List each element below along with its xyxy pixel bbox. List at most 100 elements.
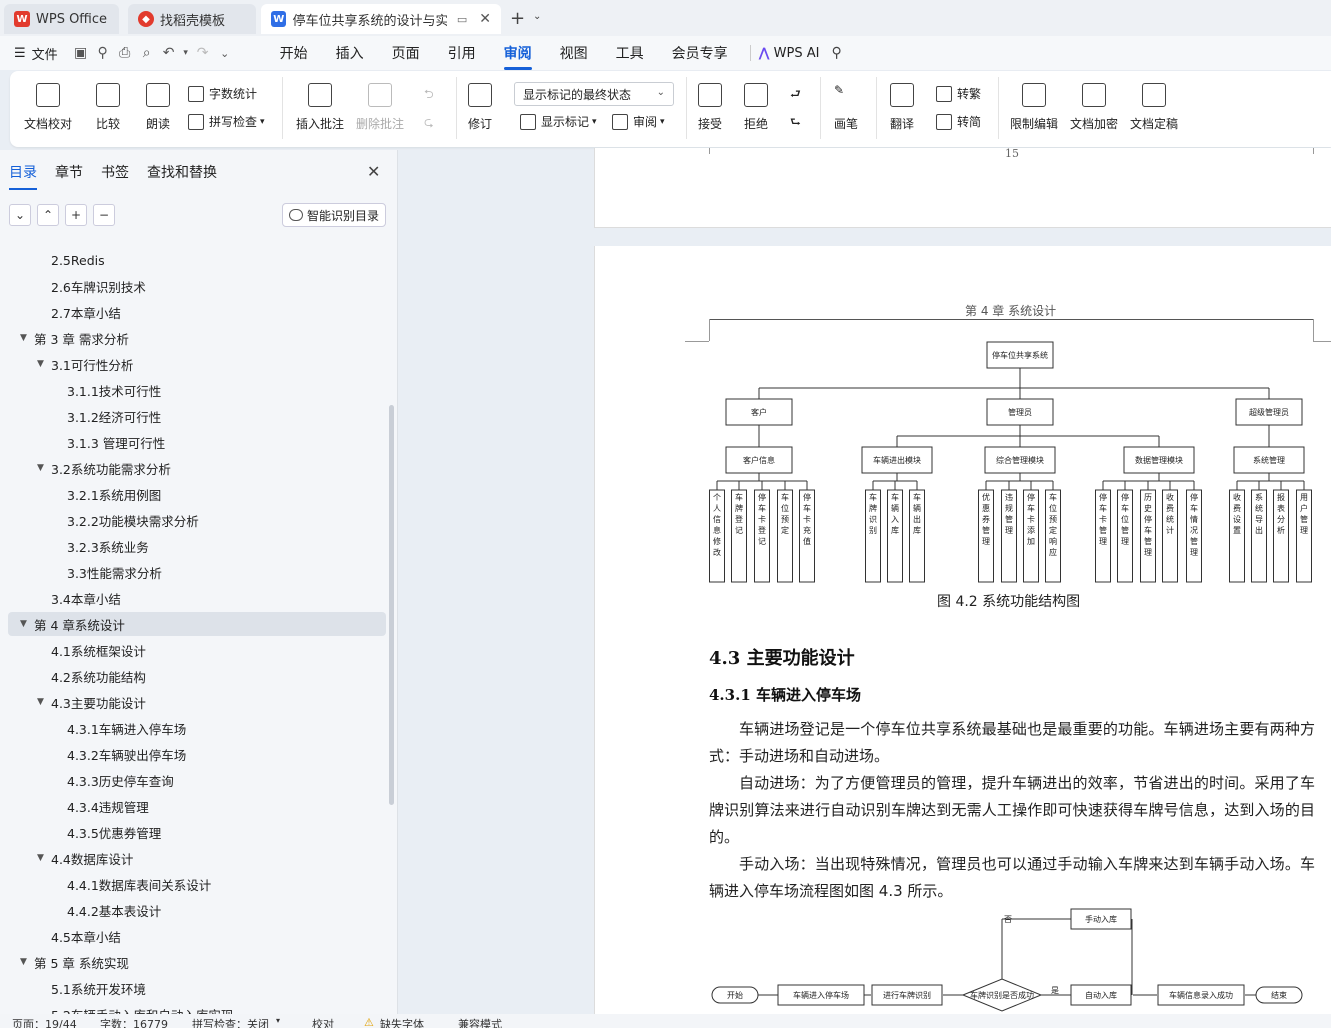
toc-item[interactable]: 4.3.3历史停车查询 [8, 768, 386, 792]
toc-item[interactable]: 4.4.2基本表设计 [8, 898, 386, 922]
chevron-down-icon[interactable]: ⌄ [533, 11, 541, 22]
toc-item[interactable]: 3.4本章小结 [8, 586, 386, 610]
read-aloud-button[interactable]: 朗读 [146, 83, 170, 132]
to-traditional-button[interactable]: 转繁 [936, 85, 981, 102]
translate-button[interactable]: 翻译 [890, 83, 914, 132]
new-tab-icon[interactable]: + [510, 8, 525, 29]
expand-arrow-icon[interactable]: ▼ [20, 957, 27, 967]
revise-button[interactable]: 修订 [468, 83, 492, 132]
tab-wps-office[interactable]: W WPS Office [4, 4, 119, 34]
toc-item[interactable]: 2.5Redis [8, 248, 386, 272]
toc-item[interactable]: 4.3.1车辆进入停车场 [8, 716, 386, 740]
compare-button[interactable]: 比较 [96, 83, 120, 132]
toc-item[interactable]: ▼ 第 5 章 系统实现 [8, 950, 386, 974]
spell-check-status[interactable]: 拼写检查：关闭 [192, 1016, 269, 1028]
toc-item[interactable]: ▼ 4.4数据库设计 [8, 846, 386, 870]
to-simplified-button[interactable]: 转简 [936, 113, 981, 130]
undo-dropdown-icon[interactable]: ▾ [180, 48, 192, 58]
finalize-button[interactable]: 文档定稿 [1130, 83, 1178, 132]
toc-item[interactable]: 3.2.3系统业务 [8, 534, 386, 558]
toc-item[interactable]: ▼ 第 3 章 需求分析 [8, 326, 386, 350]
toc-item[interactable]: 4.2系统功能结构 [8, 664, 386, 688]
tab-bookmarks[interactable]: 书签 [101, 162, 129, 190]
reject-button[interactable]: 拒绝 [744, 83, 768, 132]
undo-icon[interactable]: ↶ [158, 45, 180, 61]
toc-scrollbar[interactable] [389, 405, 394, 805]
next-comment-icon[interactable]: ⮎ [424, 113, 434, 134]
more-chevron-icon[interactable]: ⌄ [214, 47, 236, 60]
toc-item[interactable]: 2.7本章小结 [8, 300, 386, 324]
search-icon[interactable]: ⚲ [831, 45, 841, 61]
toc-item[interactable]: 4.5本章小结 [8, 924, 386, 948]
print-icon[interactable]: ⎙ [114, 45, 136, 61]
collapse-up-icon[interactable]: ⌃ [37, 204, 59, 226]
monitor-icon[interactable]: ▭ [457, 13, 467, 26]
toc-item[interactable]: 3.2.2功能模块需求分析 [8, 508, 386, 532]
redo-icon[interactable]: ↷ [192, 45, 214, 61]
menu-insert[interactable]: 插入 [322, 43, 378, 63]
menu-member[interactable]: 会员专享 [658, 43, 742, 63]
proofread-status[interactable]: 校对 [312, 1016, 334, 1028]
toc-item[interactable]: 2.6车牌识别技术 [8, 274, 386, 298]
toc-item[interactable]: 3.1.3 管理可行性 [8, 430, 386, 454]
spell-check-button[interactable]: 拼写检查 ▾ [188, 113, 265, 130]
prev-comment-icon[interactable]: ⮌ [424, 85, 434, 106]
menu-page[interactable]: 页面 [378, 43, 434, 63]
menu-view[interactable]: 视图 [546, 43, 602, 63]
toc-item[interactable]: 3.3性能需求分析 [8, 560, 386, 584]
tab-chapters[interactable]: 章节 [55, 162, 83, 190]
chevron-down-icon[interactable]: ▾ [276, 1016, 280, 1025]
toc-item[interactable]: 3.1.1技术可行性 [8, 378, 386, 402]
insert-comment-button[interactable]: 插入批注 [296, 83, 344, 132]
tab-document[interactable]: W 停车位共享系统的设计与实现 ▭ ✕ [261, 4, 501, 34]
next-change-icon[interactable]: ⮑ [790, 113, 801, 134]
close-tab-icon[interactable]: ✕ [479, 11, 491, 27]
word-count-button[interactable]: 字数统计 [188, 85, 257, 102]
toc-item[interactable]: 3.2.1系统用例图 [8, 482, 386, 506]
toc-item[interactable]: 4.3.2车辆驶出停车场 [8, 742, 386, 766]
save-icon[interactable]: ▣ [70, 45, 92, 61]
missing-font-status[interactable]: 缺失字体 [380, 1016, 424, 1028]
toc-item[interactable]: ▼ 3.2系统功能需求分析 [8, 456, 386, 480]
restrict-edit-button[interactable]: 限制编辑 [1010, 83, 1058, 132]
toc-item[interactable]: 4.1系统框架设计 [8, 638, 386, 662]
menu-start[interactable]: 开始 [266, 43, 322, 63]
wps-ai-button[interactable]: WPS AI [774, 46, 820, 61]
toc-item[interactable]: 4.3.5优惠券管理 [8, 820, 386, 844]
remove-heading-icon[interactable]: − [93, 204, 115, 226]
smart-toc-button[interactable]: 智能识别目录 [282, 203, 387, 227]
toc-item[interactable]: ▼ 3.1可行性分析 [8, 352, 386, 376]
markup-state-select[interactable]: 显示标记的最终状态 ⌄ [514, 82, 674, 106]
tab-toc[interactable]: 目录 [9, 162, 37, 190]
toc-item[interactable]: 5.1系统开发环境 [8, 976, 386, 1000]
expand-arrow-icon[interactable]: ▼ [37, 463, 44, 473]
expand-arrow-icon[interactable]: ▼ [20, 619, 27, 629]
prev-change-icon[interactable]: ⮐ [790, 85, 801, 106]
doc-check-button[interactable]: 文档校对 [24, 83, 72, 132]
menu-review[interactable]: 审阅 [490, 43, 546, 70]
expand-arrow-icon[interactable]: ▼ [37, 697, 44, 707]
expand-arrow-icon[interactable]: ▼ [20, 333, 27, 343]
toc-item[interactable]: ▼ 4.3主要功能设计 [8, 690, 386, 714]
tab-find-replace[interactable]: 查找和替换 [147, 162, 217, 190]
export-icon[interactable]: ⚲ [92, 45, 114, 61]
expand-down-icon[interactable]: ⌄ [9, 204, 31, 226]
print-preview-icon[interactable]: ⌕ [136, 45, 158, 61]
expand-arrow-icon[interactable]: ▼ [37, 359, 44, 369]
add-heading-icon[interactable]: + [65, 204, 87, 226]
toc-item[interactable]: 4.3.4违规管理 [8, 794, 386, 818]
page-indicator[interactable]: 页面：19/44 [12, 1016, 77, 1028]
delete-comment-button[interactable]: 删除批注 [356, 83, 404, 132]
review-pane-button[interactable]: 审阅 ▾ [612, 113, 665, 130]
toc-item[interactable]: 5.2车辆手动入库和自动入库实现 [8, 1002, 386, 1015]
word-count-status[interactable]: 字数：16779 [100, 1016, 168, 1028]
toc-item[interactable]: ▼ 第 4 章系统设计 [8, 612, 386, 636]
close-panel-icon[interactable]: ✕ [367, 162, 380, 181]
show-markup-button[interactable]: 显示标记 ▾ [520, 113, 597, 130]
tab-docer[interactable]: ◆ 找稻壳模板 [128, 4, 256, 34]
expand-arrow-icon[interactable]: ▼ [37, 853, 44, 863]
toc-item[interactable]: 4.4.1数据库表间关系设计 [8, 872, 386, 896]
menu-reference[interactable]: 引用 [434, 43, 490, 63]
pen-button[interactable]: ✎ 画笔 [834, 83, 858, 132]
encrypt-button[interactable]: 文档加密 [1070, 83, 1118, 132]
